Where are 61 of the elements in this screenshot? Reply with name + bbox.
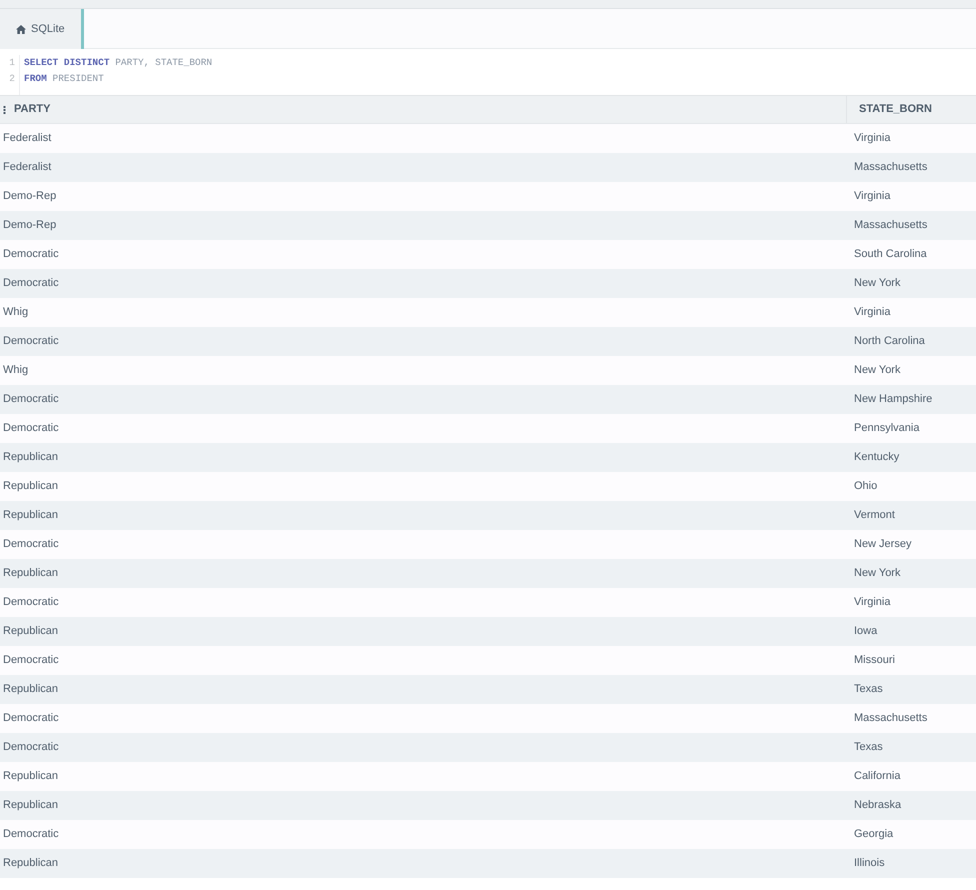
table-cell: Virginia [854, 190, 890, 202]
table-cell: Whig [3, 364, 28, 376]
code-line: SELECT DISTINCT PARTY, STATE_BORN [24, 57, 212, 68]
table-cell: Republican [3, 567, 58, 580]
table-cell: California [854, 770, 900, 782]
table-cell: Democratic [3, 596, 59, 608]
column-header[interactable]: STATE_BORN [847, 96, 976, 123]
table-cell: Democratic [3, 654, 59, 666]
table-cell: New Hampshire [854, 393, 932, 406]
line-number: 2 [9, 73, 15, 84]
table-cell: Pennsylvania [854, 422, 920, 434]
table-cell: Nebraska [854, 799, 902, 812]
table-cell: Republican [3, 625, 58, 638]
table-cell: Democratic [3, 277, 59, 290]
table-cell: Georgia [854, 828, 894, 840]
table-cell: Federalist [3, 161, 52, 174]
drag-handle-icon[interactable] [3, 106, 6, 114]
table-cell: Virginia [854, 132, 890, 144]
table-cell: Massachusetts [854, 712, 928, 724]
table-cell: Republican [3, 770, 58, 782]
table-cell: Republican [3, 480, 58, 492]
table-cell: Democratic [3, 335, 59, 348]
table-cell: Republican [3, 509, 58, 522]
table-cell: Democratic [3, 393, 59, 406]
table-cell: South Carolina [854, 248, 927, 260]
table-cell: Massachusetts [854, 161, 928, 174]
table-cell: Democratic [3, 422, 59, 434]
table-cell: Illinois [854, 857, 885, 870]
tab[interactable]: SQLite [0, 9, 84, 49]
table-cell: Ohio [854, 480, 878, 492]
table-cell: Democratic [3, 828, 59, 840]
home-icon [16, 24, 26, 34]
table-cell: Republican [3, 683, 58, 696]
table-cell: Republican [3, 799, 58, 812]
table-cell: Texas [854, 683, 883, 696]
table-cell: Virginia [854, 306, 890, 318]
table-cell: Missouri [854, 654, 895, 666]
table-cell: Democratic [3, 712, 59, 724]
table-cell: New York [854, 364, 900, 376]
table-cell: Kentucky [854, 451, 900, 464]
table-cell: Vermont [854, 509, 895, 522]
table-cell: Democratic [3, 248, 59, 260]
table-cell: New Jersey [854, 538, 912, 550]
table-cell: Republican [3, 857, 58, 870]
table-cell: Texas [854, 741, 883, 754]
table-cell: New York [854, 567, 900, 580]
table-cell: Massachusetts [854, 219, 928, 232]
table-cell: Democratic [3, 538, 59, 550]
table-cell: Iowa [854, 625, 878, 638]
table-cell: Democratic [3, 741, 59, 754]
table-cell: Whig [3, 306, 28, 318]
table-cell: Virginia [854, 596, 890, 608]
table-cell: Republican [3, 451, 58, 464]
table-cell: North Carolina [854, 335, 925, 348]
column-header[interactable]: PARTY [0, 96, 847, 123]
table-cell: Demo-Rep [3, 190, 56, 202]
table-cell: Demo-Rep [3, 219, 56, 232]
table-cell: Federalist [3, 132, 52, 144]
code-line: FROM PRESIDENT [24, 73, 104, 84]
table-cell: New York [854, 277, 900, 290]
line-number: 1 [9, 57, 15, 68]
